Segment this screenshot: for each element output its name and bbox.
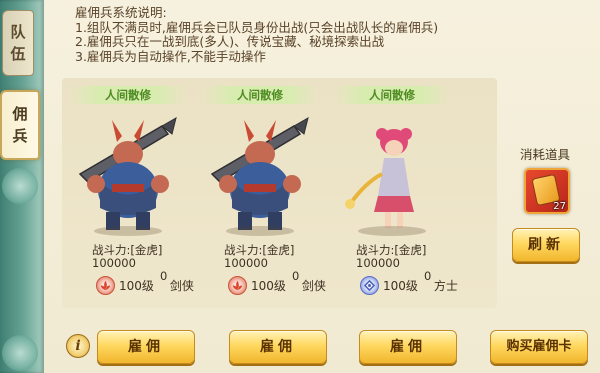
class-text: 剑侠 (301, 278, 326, 293)
tab-team-label: 伍 (10, 45, 26, 63)
item-count: 27 (553, 201, 566, 212)
info-icon[interactable]: i (66, 334, 90, 358)
warrior-portrait (210, 116, 309, 230)
source-banner: 人间散修 (202, 86, 318, 104)
mercenary-list: 人间散修 战斗力:[金虎] 100000 0 100级 剑侠 人间散修 战斗力:… (62, 78, 497, 308)
level-text: 100级 (383, 278, 418, 293)
class-text: 方士 (433, 278, 458, 293)
combat-power-line: 战斗力:[金虎] 100000 (356, 243, 427, 270)
class-text: 剑侠 (169, 278, 194, 293)
mercenary-info: 100级 方士 (360, 275, 470, 295)
level-text: 100级 (251, 278, 286, 293)
lotus-sect-icon (96, 275, 115, 295)
consumables-label: 消耗道具 (520, 147, 571, 162)
ground-shadow (358, 226, 426, 236)
description-line: 3.雇佣兵为自动操作,不能手动操作 (75, 48, 266, 64)
mercenary-info: 100级 剑侠 (96, 275, 206, 295)
tab-mercenary[interactable]: 佣 兵 (0, 90, 40, 160)
hire-button-2[interactable]: 雇佣 (229, 330, 327, 364)
source-banner: 人间散修 (334, 86, 450, 104)
combat-power-line: 战斗力:[金虎] 100000 (224, 243, 295, 270)
mercenary-card[interactable]: 人间散修 战斗力:[金虎] 100000 0 100级 方士 (328, 78, 458, 308)
hire-button-3[interactable]: 雇佣 (359, 330, 457, 364)
lotus-sect-icon (228, 275, 247, 295)
mercenary-card[interactable]: 人间散修 战斗力:[金虎] 100000 0 100级 剑侠 (196, 78, 326, 308)
rail-ornament (2, 335, 38, 371)
source-banner: 人间散修 (70, 86, 186, 104)
mage-portrait (345, 128, 414, 228)
tab-mercenary-label: 佣 (12, 105, 28, 123)
description-title: 雇佣兵系统说明: (75, 5, 167, 20)
rail-ornament (2, 168, 38, 204)
level-text: 100级 (119, 278, 154, 293)
refresh-button[interactable]: 刷新 (512, 228, 580, 262)
tab-team[interactable]: 队 伍 (2, 10, 34, 76)
combat-power-line: 战斗力:[金虎] 100000 (92, 243, 163, 270)
buy-hire-card-button[interactable]: 购买雇佣卡 (490, 330, 588, 364)
ground-shadow (94, 226, 162, 236)
warrior-portrait (78, 116, 177, 230)
tab-mercenary-label: 兵 (12, 127, 28, 145)
hire-button-1[interactable]: 雇佣 (97, 330, 195, 364)
taoist-sect-icon (360, 275, 379, 295)
mercenary-info: 100级 剑侠 (228, 275, 338, 295)
system-description: 雇佣兵系统说明: 1.组队不满员时,雇佣兵会已队员身份出战(只会出战队长的雇佣兵… (75, 5, 505, 64)
ground-shadow (226, 226, 294, 236)
mercenary-card[interactable]: 人间散修 战斗力:[金虎] 100000 0 100级 剑侠 (64, 78, 194, 308)
hire-card-item[interactable]: 27 (524, 168, 570, 214)
tab-team-label: 队 (10, 23, 26, 41)
description-line: 1.组队不满员时,雇佣兵会已队员身份出战(只会出战队长的雇佣兵) (75, 19, 439, 35)
description-line: 2.雇佣兵只在一战到底(多人)、传说宝藏、秘境探索出战 (75, 34, 385, 49)
